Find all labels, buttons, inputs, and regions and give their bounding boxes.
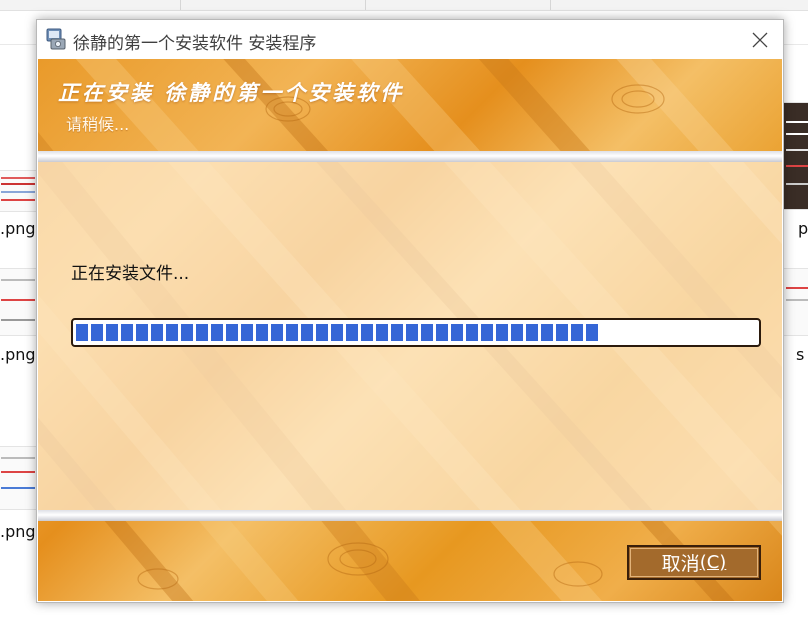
- install-progress-fill: [76, 324, 600, 341]
- explorer-thumbnail[interactable]: [0, 170, 38, 212]
- explorer-column-header: [0, 0, 808, 11]
- installing-header-subtitle: 请稍候...: [66, 115, 130, 134]
- title-bar[interactable]: 徐静的第一个安装软件 安装程序: [37, 20, 783, 59]
- cancel-button[interactable]: 取消 (C): [627, 545, 761, 580]
- install-progress-bar: [71, 318, 761, 347]
- installer-content: 正在安装 徐静的第一个安装软件 请稍候... 正在安装文件... 取消 (C): [38, 59, 782, 601]
- install-status-text: 正在安装文件...: [71, 264, 190, 284]
- explorer-file-label[interactable]: .png: [0, 522, 36, 541]
- explorer-thumbnail[interactable]: [0, 268, 38, 336]
- explorer-file-label[interactable]: p: [798, 219, 808, 238]
- explorer-thumbnail[interactable]: [783, 102, 808, 210]
- installer-app-icon: [45, 28, 67, 50]
- bottom-divider-band: [38, 510, 782, 521]
- explorer-thumbnail[interactable]: [783, 268, 808, 336]
- cancel-shortcut-label: (C): [699, 552, 727, 573]
- close-icon: [752, 32, 768, 47]
- explorer-file-label[interactable]: .png: [0, 345, 36, 364]
- top-divider-band: [38, 151, 782, 162]
- installing-header-title: 正在安装 徐静的第一个安装软件: [58, 80, 405, 105]
- explorer-file-label[interactable]: .png: [0, 219, 36, 238]
- explorer-file-label[interactable]: s: [796, 345, 804, 364]
- installer-window: 徐静的第一个安装软件 安装程序 正在安装 徐静的第一个安装软件 请稍候... 正…: [36, 19, 784, 603]
- explorer-thumbnail[interactable]: [0, 446, 38, 510]
- cancel-button-label: 取消: [661, 553, 700, 575]
- close-button[interactable]: [737, 20, 783, 59]
- window-title: 徐静的第一个安装软件 安装程序: [73, 34, 317, 54]
